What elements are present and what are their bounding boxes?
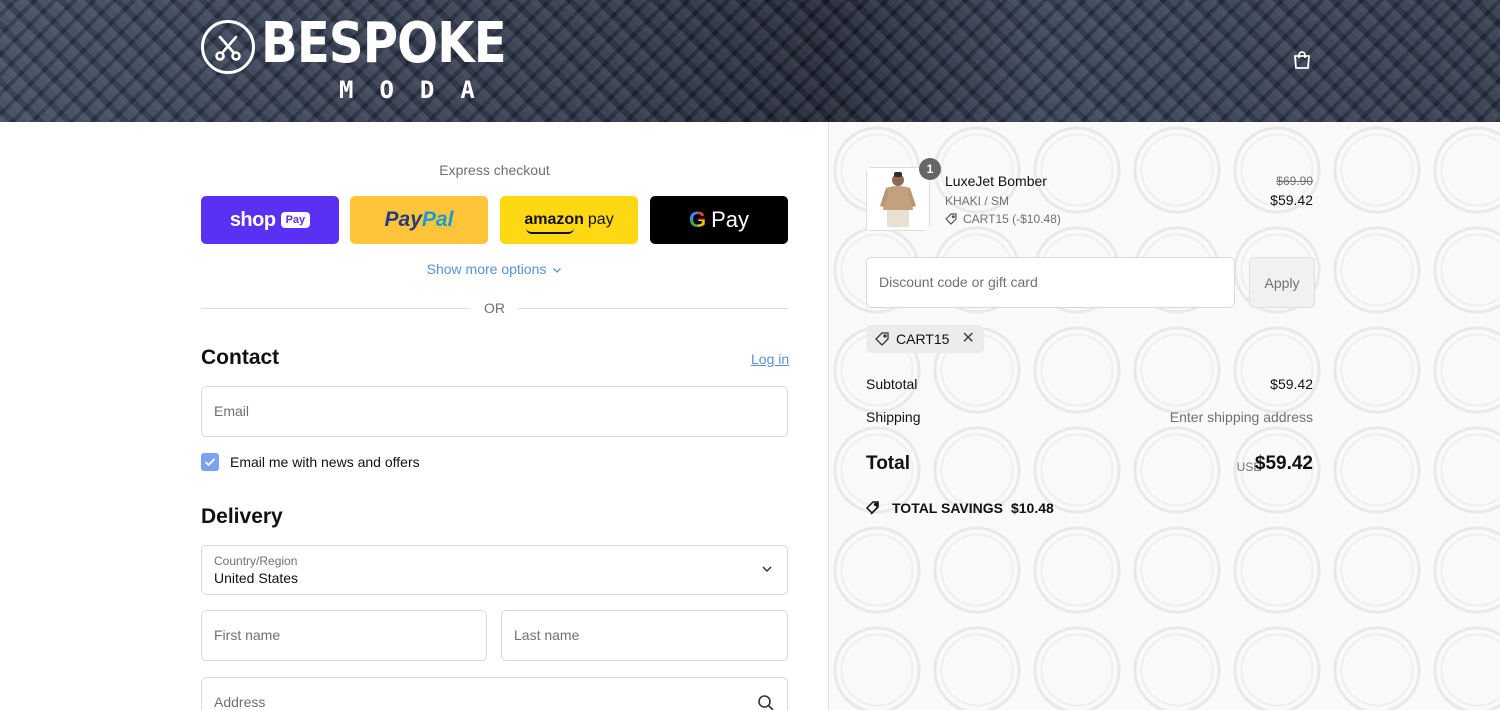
paypal-button[interactable]: Pay Pal (350, 196, 488, 244)
applied-coupon-code: CART15 (896, 331, 950, 347)
scissors-icon (201, 20, 255, 74)
shipping-value: Enter shipping address (1169, 409, 1313, 425)
shopping-bag-icon[interactable] (1288, 46, 1316, 74)
total-label: Total (866, 453, 910, 474)
first-name-field[interactable]: First name (201, 610, 487, 661)
discount-code-field[interactable]: Discount code or gift card (866, 257, 1235, 308)
google-g-icon: G (688, 207, 707, 232)
google-pay-button[interactable]: G Pay (650, 196, 788, 244)
subtotal-value: $59.42 (1270, 376, 1313, 392)
chevron-down-icon (553, 268, 562, 274)
shop-pay-badge: Pay (280, 212, 311, 228)
tag-icon (945, 213, 957, 225)
search-icon (758, 695, 774, 710)
login-link[interactable]: Log in (751, 351, 789, 367)
product-discount: CART15 (-$10.48) (945, 212, 1061, 226)
country-region-select[interactable]: Country/Region United States (201, 545, 788, 595)
country-region-label: Country/Region (214, 554, 298, 568)
close-icon[interactable]: ✕ (961, 331, 974, 347)
amazon-wordmark-text: amazon (524, 211, 584, 228)
divider-line-right (518, 308, 788, 309)
google-pay-label: Pay (711, 207, 750, 232)
product-thumbnail: 1 (866, 158, 941, 231)
apply-button[interactable]: Apply (1249, 257, 1315, 308)
bomber-jacket-image (867, 168, 929, 230)
last-name-field[interactable]: Last name (501, 610, 788, 661)
total-savings-label: TOTAL SAVINGS (892, 500, 1003, 516)
product-discount-label: CART15 (-$10.48) (963, 212, 1061, 226)
order-summary: 1 LuxeJet Bomber KHAKI / SM CART15 (-$10… (828, 122, 1500, 710)
contact-heading: Contact (201, 346, 280, 369)
email-placeholder: Email (214, 403, 250, 419)
delivery-heading: Delivery (201, 505, 283, 528)
address-placeholder: Address (214, 694, 266, 710)
paypal-wordmark-part1: Pay (384, 208, 422, 231)
first-name-placeholder: First name (214, 627, 281, 643)
total-savings: TOTAL SAVINGS $10.48 (866, 500, 1054, 516)
product-name: LuxeJet Bomber (945, 173, 1047, 189)
shipping-label: Shipping (866, 409, 921, 425)
discount-code-placeholder: Discount code or gift card (879, 274, 1038, 290)
brand-subtitle: MODA (339, 76, 501, 104)
brand-name: BESPOKE (261, 11, 507, 76)
chevron-down-icon (762, 566, 772, 573)
news-offers-option[interactable]: Email me with news and offers (201, 452, 420, 472)
amazon-wordmark: amazon (524, 211, 584, 234)
show-more-options-link[interactable]: Show more options (201, 261, 788, 277)
news-offers-checkbox[interactable] (201, 453, 219, 471)
or-divider: OR (201, 298, 788, 318)
show-more-label: Show more options (426, 261, 547, 277)
checkout-form: Express checkout shop Pay Pay Pal amazon … (0, 122, 828, 710)
tag-icon (875, 332, 889, 346)
site-header: BESPOKE MODA (0, 0, 1500, 122)
subtotal-label: Subtotal (866, 376, 918, 392)
tags-icon (866, 501, 879, 515)
total-savings-value: $10.48 (1010, 500, 1054, 516)
product-price: $59.42 (1270, 192, 1313, 208)
news-offers-label: Email me with news and offers (230, 454, 420, 470)
applied-coupon-tag: CART15 ✕ (866, 325, 984, 353)
total-value: $59.42 (1254, 453, 1313, 474)
address-field[interactable]: Address (201, 677, 788, 710)
quantity-badge: 1 (919, 158, 941, 180)
email-field[interactable]: Email (201, 386, 788, 437)
amazon-pay-label: pay (587, 211, 614, 228)
amazon-smile-icon (526, 228, 575, 234)
shop-pay-wordmark: shop (229, 208, 276, 231)
brand-logo[interactable]: BESPOKE MODA (201, 12, 507, 106)
country-region-value: United States (214, 570, 299, 586)
checkmark-icon (204, 458, 216, 467)
paypal-wordmark-part2: Pal (421, 208, 454, 231)
product-original-price: $69.90 (1276, 174, 1313, 188)
express-checkout-title: Express checkout (439, 162, 550, 178)
last-name-placeholder: Last name (514, 627, 580, 643)
amazon-pay-button[interactable]: amazon pay (500, 196, 638, 244)
shop-pay-button[interactable]: shop Pay (201, 196, 339, 244)
product-variant: KHAKI / SM (945, 194, 1010, 208)
